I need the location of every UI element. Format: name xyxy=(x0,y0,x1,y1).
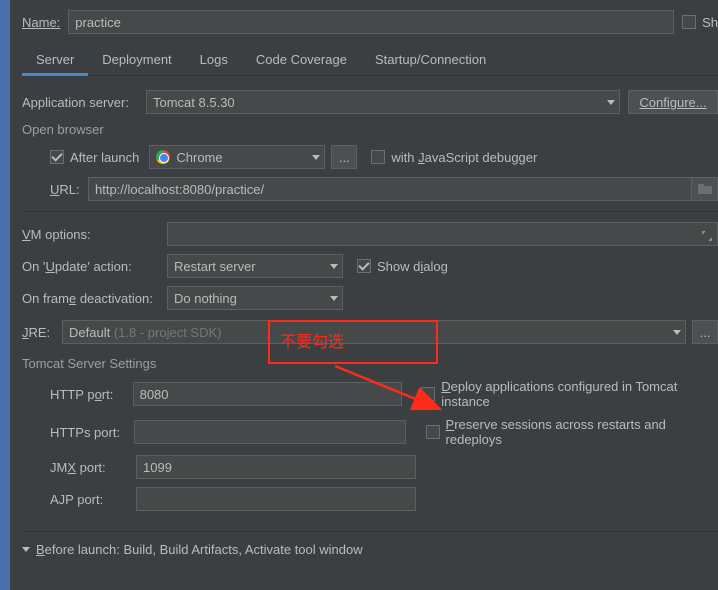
open-browser-title: Open browser xyxy=(22,122,718,137)
ajp-port-label: AJP port: xyxy=(50,492,136,507)
on-frame-dropdown[interactable]: Do nothing xyxy=(167,286,343,310)
deploy-label: Deploy applications configured in Tomcat… xyxy=(441,379,718,409)
preserve-label: Preserve sessions across restarts and re… xyxy=(446,417,718,447)
share-checkbox[interactable] xyxy=(682,15,696,29)
name-input[interactable] xyxy=(68,10,674,34)
show-dialog-checkbox[interactable] xyxy=(357,259,371,273)
jmx-port-input[interactable] xyxy=(136,455,416,479)
tab-deployment[interactable]: Deployment xyxy=(88,46,185,75)
http-port-label: HTTP port: xyxy=(50,387,133,402)
chevron-down-icon xyxy=(312,155,320,160)
chrome-icon xyxy=(156,150,170,164)
chevron-down-icon xyxy=(330,264,338,269)
vm-options-label: VM options: xyxy=(22,227,167,242)
jre-browse-button[interactable]: ... xyxy=(692,320,718,344)
expand-icon[interactable] xyxy=(702,229,712,239)
tab-logs[interactable]: Logs xyxy=(186,46,242,75)
app-server-label: Application server: xyxy=(22,95,146,110)
url-input[interactable] xyxy=(88,177,692,201)
js-debugger-label: with JavaScript debugger xyxy=(391,150,537,165)
jre-label: JRE: xyxy=(22,325,62,340)
url-label: URL: xyxy=(50,182,88,197)
tabs: Server Deployment Logs Code Coverage Sta… xyxy=(22,46,718,76)
preserve-checkbox[interactable] xyxy=(426,425,440,439)
tab-startup-connection[interactable]: Startup/Connection xyxy=(361,46,500,75)
before-launch-label: Before launch: Build, Build Artifacts, A… xyxy=(36,542,363,557)
show-dialog-label: Show dialog xyxy=(377,259,448,274)
on-frame-label: On frame deactivation: xyxy=(22,291,167,306)
on-update-label: On 'Update' action: xyxy=(22,259,167,274)
chevron-down-icon xyxy=(607,100,615,105)
share-label: Sh xyxy=(702,15,718,30)
https-port-label: HTTPs port: xyxy=(50,425,134,440)
after-launch-label: After launch xyxy=(70,150,139,165)
tab-server[interactable]: Server xyxy=(22,46,88,76)
after-launch-checkbox[interactable] xyxy=(50,150,64,164)
tab-code-coverage[interactable]: Code Coverage xyxy=(242,46,361,75)
app-server-dropdown[interactable]: Tomcat 8.5.30 xyxy=(146,90,620,114)
js-debugger-checkbox[interactable] xyxy=(371,150,385,164)
vm-options-input[interactable] xyxy=(167,222,718,246)
jmx-port-label: JMX port: xyxy=(50,460,136,475)
url-browse-button[interactable] xyxy=(692,177,718,201)
name-label: Name: xyxy=(22,15,60,30)
https-port-input[interactable] xyxy=(134,420,407,444)
on-update-dropdown[interactable]: Restart server xyxy=(167,254,343,278)
folder-icon xyxy=(697,181,713,198)
configure-button[interactable]: Configure... xyxy=(628,90,718,114)
http-port-input[interactable] xyxy=(133,382,402,406)
chevron-down-icon xyxy=(673,330,681,335)
chevron-down-icon xyxy=(330,296,338,301)
collapse-icon[interactable] xyxy=(22,547,30,552)
deploy-checkbox[interactable] xyxy=(421,387,435,401)
annotation-box: 不要勾选 xyxy=(268,320,438,364)
browser-more-button[interactable]: ... xyxy=(331,145,357,169)
browser-dropdown[interactable]: Chrome xyxy=(149,145,325,169)
ajp-port-input[interactable] xyxy=(136,487,416,511)
